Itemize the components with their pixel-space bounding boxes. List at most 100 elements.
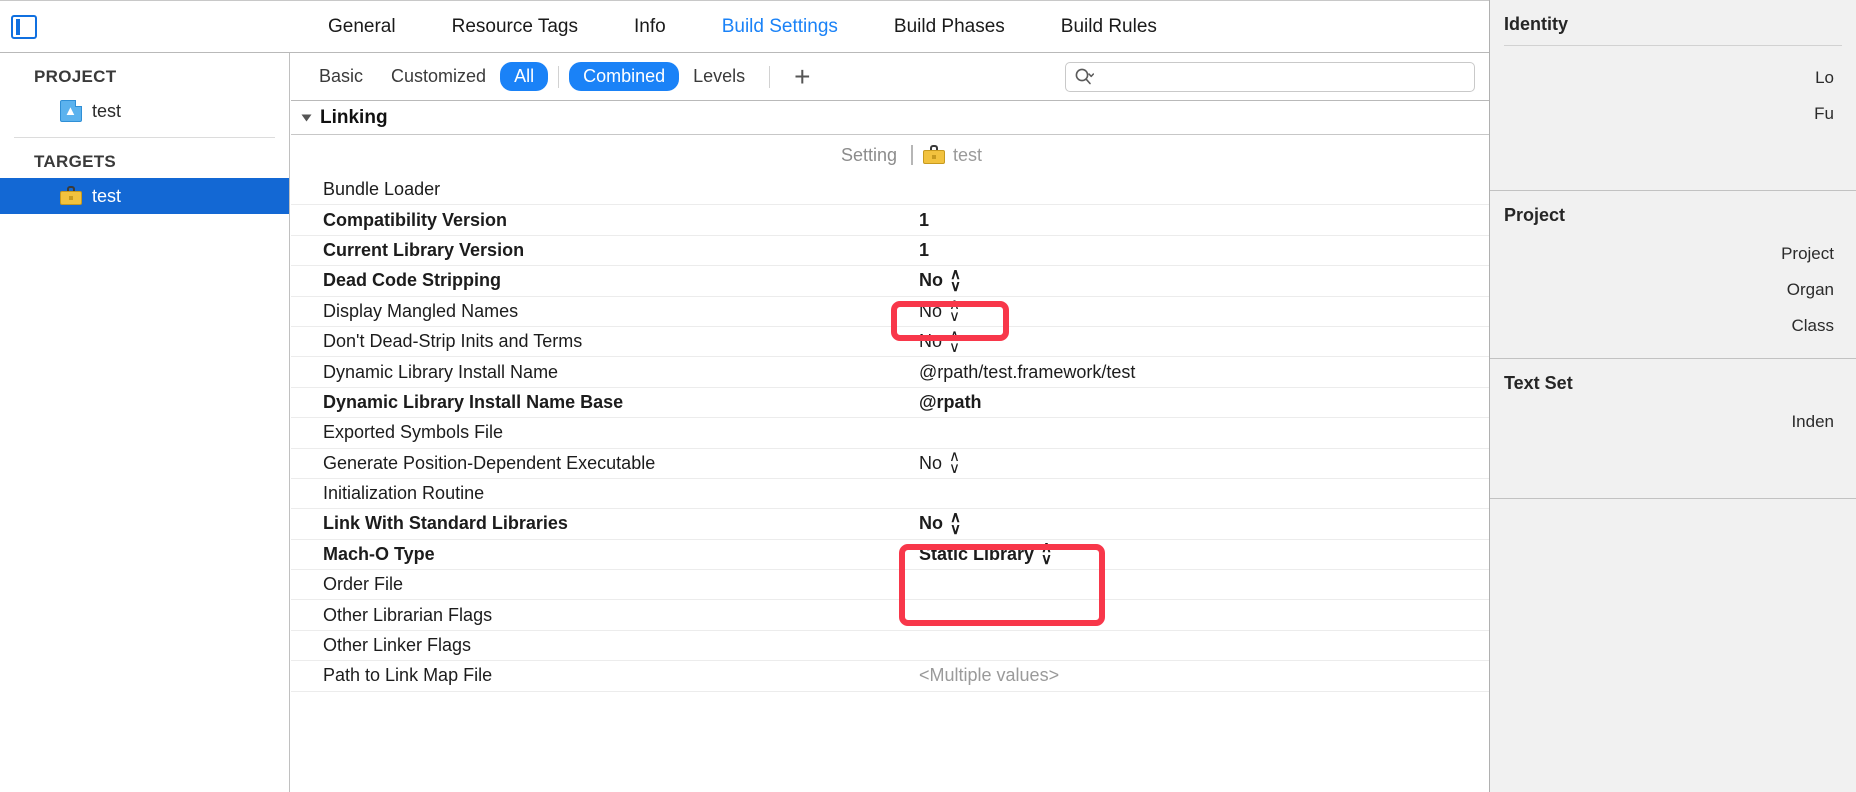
utilities-inspector-panel: Identity Lo Fu Project Project Organ Cla…	[1489, 0, 1856, 792]
setting-name: Exported Symbols File	[291, 422, 911, 443]
inspector-label: Organ	[1504, 280, 1844, 300]
filter-basic-button[interactable]: Basic	[305, 62, 377, 91]
target-briefcase-icon	[923, 144, 945, 166]
setting-name: Dynamic Library Install Name Base	[291, 392, 911, 413]
tab-build-rules[interactable]: Build Rules	[1033, 1, 1185, 53]
setting-value-text: No	[919, 270, 943, 291]
filter-all-button[interactable]: All	[500, 62, 548, 91]
inspector-section-identity: Identity Lo Fu	[1490, 0, 1856, 191]
inspector-divider	[1504, 45, 1842, 46]
setting-value[interactable]: 1	[911, 240, 1489, 261]
search-input[interactable]	[1094, 68, 1466, 86]
build-settings-editor: Basic Customized All Combined Levels + L…	[291, 53, 1489, 792]
setting-value[interactable]: 1	[911, 210, 1489, 231]
target-briefcase-icon	[60, 185, 82, 207]
settings-row[interactable]: Bundle Loader	[291, 175, 1489, 205]
setting-name: Other Librarian Flags	[291, 605, 911, 626]
inspector-text-settings-title: Text Set	[1490, 369, 1856, 404]
setting-value-text: @rpath	[919, 392, 982, 413]
tab-general[interactable]: General	[300, 1, 424, 53]
settings-row[interactable]: Other Librarian Flags	[291, 600, 1489, 630]
setting-value[interactable]: @rpath	[911, 392, 1489, 413]
setting-name: Generate Position-Dependent Executable	[291, 453, 911, 474]
settings-row[interactable]: Path to Link Map File<Multiple values>	[291, 661, 1489, 691]
setting-value-text: 1	[919, 210, 929, 231]
settings-row[interactable]: Don't Dead-Strip Inits and TermsNo∧∨	[291, 327, 1489, 357]
column-header-target-label: test	[953, 145, 982, 166]
settings-row[interactable]: Dead Code Stripping No ∧∨	[291, 266, 1489, 296]
setting-name: Current Library Version	[291, 240, 911, 261]
settings-row[interactable]: Dynamic Library Install Name@rpath/test.…	[291, 357, 1489, 387]
setting-value[interactable]: No ∧∨	[911, 330, 1489, 354]
settings-row[interactable]: Exported Symbols File	[291, 418, 1489, 448]
sidebar-item-target-test[interactable]: test	[0, 178, 289, 214]
settings-row[interactable]: Generate Position-Dependent ExecutableNo…	[291, 449, 1489, 479]
inspector-row-indent-using: Inden	[1490, 404, 1856, 440]
setting-name: Bundle Loader	[291, 179, 911, 200]
setting-value[interactable]: @rpath/test.framework/test	[911, 362, 1489, 383]
inspector-label: Inden	[1504, 412, 1844, 432]
tab-build-settings[interactable]: Build Settings	[694, 1, 866, 53]
project-navigator-sidebar: PROJECT ▲ test TARGETS test	[0, 53, 290, 792]
setting-name: Dead Code Stripping	[291, 270, 911, 291]
editor-top-bar: General Resource Tags Info Build Setting…	[0, 0, 1489, 53]
settings-row[interactable]: Dynamic Library Install Name Base @rpath	[291, 388, 1489, 418]
tab-info[interactable]: Info	[606, 1, 694, 53]
setting-value[interactable]: No ∧∨	[911, 269, 1489, 293]
setting-value-text: No	[919, 301, 942, 322]
settings-row[interactable]: Initialization Routine	[291, 479, 1489, 509]
value-stepper-icon[interactable]: ∧∨	[949, 299, 960, 323]
settings-row[interactable]: Order File	[291, 570, 1489, 600]
value-stepper-icon[interactable]: ∧∨	[1041, 542, 1052, 566]
value-stepper-icon[interactable]: ∧∨	[949, 330, 960, 354]
settings-row[interactable]: Other Linker Flags	[291, 631, 1489, 661]
column-header-target[interactable]: test	[911, 144, 1489, 166]
value-stepper-icon[interactable]: ∧∨	[950, 512, 961, 536]
settings-row[interactable]: Compatibility Version 1	[291, 205, 1489, 235]
setting-value-text: <Multiple values>	[919, 665, 1059, 686]
setting-name: Order File	[291, 574, 911, 595]
settings-row[interactable]: Display Mangled NamesNo∧∨	[291, 297, 1489, 327]
editor-tab-bar: General Resource Tags Info Build Setting…	[300, 1, 1185, 53]
inspector-label: Project	[1504, 244, 1844, 264]
filter-levels-button[interactable]: Levels	[679, 62, 759, 91]
sidebar-toggle-icon[interactable]	[11, 15, 37, 39]
setting-value-text: Static Library	[919, 544, 1034, 565]
value-stepper-icon[interactable]: ∧∨	[949, 451, 960, 475]
build-settings-filter-bar: Basic Customized All Combined Levels +	[291, 53, 1489, 101]
tab-build-phases[interactable]: Build Phases	[866, 1, 1033, 53]
setting-value[interactable]: <Multiple values>	[911, 665, 1489, 686]
search-field[interactable]	[1065, 62, 1475, 92]
sidebar-item-project-test[interactable]: ▲ test	[0, 93, 289, 129]
disclosure-triangle-icon[interactable]	[302, 114, 312, 121]
setting-value-text: 1	[919, 240, 929, 261]
settings-row[interactable]: Mach-O Type Static Library ∧∨	[291, 540, 1489, 570]
inspector-project-title: Project	[1490, 201, 1856, 236]
filter-combined-button[interactable]: Combined	[569, 62, 679, 91]
settings-row[interactable]: Current Library Version 1	[291, 236, 1489, 266]
filter-customized-button[interactable]: Customized	[377, 62, 500, 91]
settings-group-header-linking[interactable]: Linking	[291, 101, 1489, 135]
setting-value[interactable]: Static Library ∧∨	[911, 542, 1489, 566]
setting-value[interactable]: No ∧∨	[911, 451, 1489, 475]
settings-rows: Bundle LoaderCompatibility Version1Curre…	[291, 175, 1489, 692]
setting-name: Link With Standard Libraries	[291, 513, 911, 534]
sidebar-item-label: test	[92, 186, 121, 207]
inspector-section-text-settings: Text Set Inden	[1490, 359, 1856, 499]
setting-value-text: No	[919, 331, 942, 352]
settings-row[interactable]: Link With Standard LibrariesNo∧∨	[291, 509, 1489, 539]
filter-divider-2	[769, 66, 770, 88]
setting-value-text: No	[919, 453, 942, 474]
setting-name: Mach-O Type	[291, 544, 911, 565]
setting-value-text: @rpath/test.framework/test	[919, 362, 1135, 383]
setting-name: Compatibility Version	[291, 210, 911, 231]
add-setting-button[interactable]: +	[780, 63, 824, 91]
table-column-headers: Setting test	[291, 135, 1489, 175]
xcode-build-settings-window: General Resource Tags Info Build Setting…	[0, 0, 1856, 792]
value-stepper-icon[interactable]: ∧∨	[950, 269, 961, 293]
setting-value[interactable]: No∧∨	[911, 512, 1489, 536]
setting-value[interactable]: No ∧∨	[911, 299, 1489, 323]
tab-resource-tags[interactable]: Resource Tags	[424, 1, 606, 53]
inspector-identity-title: Identity	[1490, 10, 1856, 45]
inspector-row-organization: Organ	[1490, 272, 1856, 308]
